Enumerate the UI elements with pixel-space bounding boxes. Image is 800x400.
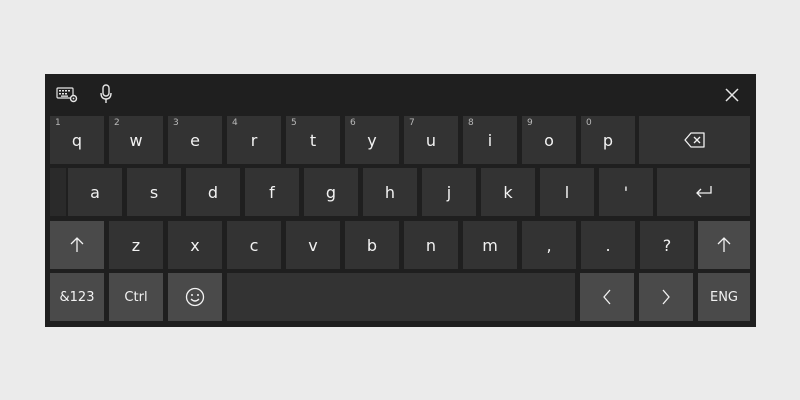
- arrow-left-key[interactable]: [580, 273, 634, 321]
- key-label: f: [269, 182, 275, 202]
- key-hint: 3: [173, 118, 179, 128]
- touch-keyboard: 1 q 2 w 3 e 4 r 5 t 6 y 7 u 8 i 9 o 0 p: [45, 74, 756, 327]
- key-label: ENG: [709, 289, 738, 305]
- shift-right-key[interactable]: [698, 221, 750, 269]
- key-label: y: [367, 130, 377, 150]
- key-label: u: [425, 130, 437, 150]
- key-label: v: [308, 235, 318, 255]
- key-label: m: [482, 235, 498, 255]
- key-r[interactable]: 4 r: [227, 116, 281, 164]
- key-hint: 6: [350, 118, 356, 128]
- key-label: p: [602, 130, 614, 150]
- shift-left-key[interactable]: [50, 221, 104, 269]
- key-c[interactable]: c: [227, 221, 281, 269]
- key-label: ?: [662, 235, 672, 255]
- key-w[interactable]: 2 w: [109, 116, 163, 164]
- key-label: k: [503, 182, 513, 202]
- key-hint: 8: [468, 118, 474, 128]
- key-u[interactable]: 7 u: [404, 116, 458, 164]
- chevron-left-icon: [602, 289, 612, 305]
- key-label: .: [605, 235, 611, 255]
- spacebar[interactable]: [227, 273, 575, 321]
- emoji-key[interactable]: [168, 273, 222, 321]
- enter-key[interactable]: [657, 168, 750, 216]
- key-t[interactable]: 5 t: [286, 116, 340, 164]
- key-label: t: [309, 130, 317, 150]
- key-label: q: [71, 130, 83, 150]
- chevron-right-icon: [661, 289, 671, 305]
- key-i[interactable]: 8 i: [463, 116, 517, 164]
- key-period[interactable]: .: [581, 221, 635, 269]
- language-key[interactable]: ENG: [698, 273, 750, 321]
- backspace-icon: [683, 132, 706, 148]
- key-label: j: [446, 182, 452, 202]
- key-v[interactable]: v: [286, 221, 340, 269]
- shift-icon: [717, 237, 731, 253]
- keyboard-toolbar: [45, 74, 756, 114]
- emoji-icon: [185, 287, 205, 307]
- key-hint: 2: [114, 118, 120, 128]
- key-hint: 1: [55, 118, 61, 128]
- key-f[interactable]: f: [245, 168, 299, 216]
- key-apostrophe[interactable]: ': [599, 168, 653, 216]
- key-label: e: [190, 130, 200, 150]
- key-label: w: [129, 130, 143, 150]
- shift-icon: [70, 237, 84, 253]
- key-hint: 7: [409, 118, 415, 128]
- key-label: Ctrl: [124, 289, 148, 305]
- key-s[interactable]: s: [127, 168, 181, 216]
- key-hint: 5: [291, 118, 297, 128]
- key-label: d: [207, 182, 219, 202]
- microphone-icon[interactable]: [95, 83, 117, 105]
- key-e[interactable]: 3 e: [168, 116, 222, 164]
- key-o[interactable]: 9 o: [522, 116, 576, 164]
- key-label: o: [544, 130, 554, 150]
- row-indent-spacer: [50, 168, 66, 216]
- key-label: b: [366, 235, 378, 255]
- key-hint: 9: [527, 118, 533, 128]
- symbols-key[interactable]: &123: [50, 273, 104, 321]
- key-label: g: [325, 182, 337, 202]
- key-label: s: [149, 182, 159, 202]
- enter-icon: [695, 185, 713, 199]
- key-g[interactable]: g: [304, 168, 358, 216]
- key-label: a: [90, 182, 100, 202]
- key-x[interactable]: x: [168, 221, 222, 269]
- key-b[interactable]: b: [345, 221, 399, 269]
- key-label: ,: [546, 235, 552, 255]
- key-q[interactable]: 1 q: [50, 116, 104, 164]
- key-p[interactable]: 0 p: [581, 116, 635, 164]
- arrow-right-key[interactable]: [639, 273, 693, 321]
- key-m[interactable]: m: [463, 221, 517, 269]
- key-h[interactable]: h: [363, 168, 417, 216]
- key-label: i: [487, 130, 493, 150]
- key-label: l: [564, 182, 570, 202]
- key-label: &123: [59, 289, 95, 305]
- key-y[interactable]: 6 y: [345, 116, 399, 164]
- key-label: h: [384, 182, 396, 202]
- key-label: z: [131, 235, 141, 255]
- key-label: n: [425, 235, 437, 255]
- key-label: c: [249, 235, 259, 255]
- key-j[interactable]: j: [422, 168, 476, 216]
- keyboard-gear-icon[interactable]: [55, 83, 79, 105]
- key-d[interactable]: d: [186, 168, 240, 216]
- backspace-key[interactable]: [639, 116, 750, 164]
- key-n[interactable]: n: [404, 221, 458, 269]
- key-comma[interactable]: ,: [522, 221, 576, 269]
- key-hint: 0: [586, 118, 592, 128]
- key-a[interactable]: a: [68, 168, 122, 216]
- key-question[interactable]: ?: [640, 221, 694, 269]
- key-hint: 4: [232, 118, 238, 128]
- close-icon[interactable]: [722, 85, 742, 105]
- key-l[interactable]: l: [540, 168, 594, 216]
- key-label: r: [250, 130, 258, 150]
- key-label: ': [623, 182, 629, 202]
- key-label: x: [190, 235, 200, 255]
- key-k[interactable]: k: [481, 168, 535, 216]
- key-z[interactable]: z: [109, 221, 163, 269]
- ctrl-key[interactable]: Ctrl: [109, 273, 163, 321]
